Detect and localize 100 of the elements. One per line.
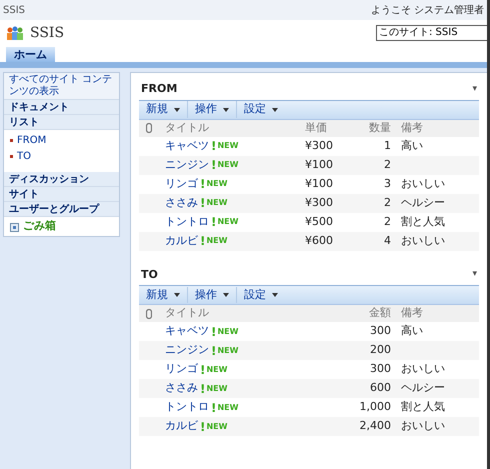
table-cell-text: 200 — [369, 342, 391, 358]
toolbar-menu-button[interactable]: 新規 — [139, 101, 187, 118]
toolbar-menu-button[interactable]: 設定 — [236, 101, 285, 118]
column-header[interactable]: 備考 — [391, 120, 477, 136]
new-label: NEW — [217, 159, 238, 171]
new-mark: ! — [200, 418, 206, 436]
site-title: SSIS — [30, 24, 64, 42]
table-cell-text: 2,400 — [358, 418, 391, 434]
new-mark: ! — [211, 324, 216, 340]
table-cell-text: 600 — [369, 380, 391, 396]
sidebar-link[interactable]: すべてのサイト コンテンツの表示 — [4, 73, 119, 100]
caret-icon — [272, 108, 278, 112]
table-cell-text: ¥600 — [305, 232, 334, 249]
sidebar-heading[interactable]: サイト — [4, 187, 119, 202]
new-label: NEW — [206, 178, 228, 190]
column-header[interactable]: 単価 — [305, 120, 363, 136]
table-cell-text: 高い — [400, 138, 424, 154]
list-title: FROM — [141, 81, 178, 97]
caret-icon — [174, 293, 180, 297]
item-link[interactable]: トントロ — [165, 214, 209, 230]
new-mark: ! — [211, 342, 216, 360]
item-link[interactable]: ニンジン — [165, 342, 209, 359]
new-mark: ! — [211, 138, 216, 155]
column-header[interactable]: タイトル — [165, 305, 331, 322]
new-label: NEW — [206, 197, 228, 209]
new-label: NEW — [206, 420, 228, 432]
new-label: NEW — [217, 216, 238, 228]
new-label: NEW — [217, 344, 238, 356]
table-cell-text: 割と人気 — [400, 399, 446, 416]
table-cell-text: おいしい — [400, 232, 446, 249]
list-menu-button[interactable]: ▾ — [472, 82, 477, 96]
sidebar-heading[interactable]: ドキュメント — [4, 100, 119, 115]
bullet-icon — [10, 138, 13, 142]
item-link[interactable]: リンゴ — [165, 176, 198, 192]
table-cell-text: 1,000 — [358, 399, 391, 416]
table-cell-text: ヘルシー — [400, 194, 446, 211]
list-menu-button[interactable]: ▾ — [472, 268, 477, 282]
new-mark: ! — [200, 176, 206, 193]
item-link[interactable]: トントロ — [165, 399, 209, 416]
item-link[interactable]: ニンジン — [165, 156, 209, 174]
sidebar-heading[interactable]: ユーザーとグループ — [4, 202, 119, 217]
item-link[interactable]: ささみ — [165, 194, 198, 212]
item-link[interactable]: カルビ — [165, 232, 198, 250]
new-mark: ! — [200, 195, 206, 212]
table-cell-text: おいしい — [400, 418, 446, 434]
table-cell-text: ヘルシー — [400, 380, 446, 396]
sidebar-heading[interactable]: リスト — [4, 115, 119, 130]
new-mark: ! — [200, 362, 206, 378]
table-cell-text: 2 — [383, 214, 391, 230]
sidebar-item[interactable]: TO — [17, 148, 31, 164]
item-link[interactable]: キャベツ — [165, 323, 209, 340]
item-link[interactable]: リンゴ — [165, 361, 198, 378]
caret-icon — [272, 293, 278, 297]
table-cell-text: ¥300 — [305, 138, 334, 154]
table-cell-text: ¥100 — [305, 156, 334, 173]
table-cell-text: 2 — [383, 194, 391, 211]
new-label: NEW — [206, 364, 228, 376]
new-label: NEW — [217, 140, 238, 152]
new-mark: ! — [211, 214, 216, 231]
search-scope-dropdown[interactable]: このサイト: SSIS — [376, 25, 487, 41]
toolbar-menu-button[interactable]: 操作 — [187, 286, 236, 304]
column-header[interactable]: 金額 — [331, 305, 391, 322]
table-cell-text: ¥100 — [305, 176, 334, 192]
new-mark: ! — [200, 233, 206, 250]
toolbar-menu-button[interactable]: 操作 — [187, 101, 236, 118]
table-cell-text: 割と人気 — [400, 214, 446, 230]
new-label: NEW — [206, 235, 228, 247]
table-cell-text: おいしい — [400, 176, 446, 192]
welcome-menu[interactable]: ようこそ システム管理者 — [370, 2, 484, 18]
column-header[interactable]: 数量 — [363, 120, 391, 136]
new-label: NEW — [217, 326, 238, 338]
new-label: NEW — [217, 402, 238, 414]
nav-tab[interactable]: ホーム — [6, 47, 55, 62]
table-cell-text: 2 — [383, 156, 391, 173]
sidebar-heading[interactable]: ディスカッション — [4, 172, 119, 187]
table-cell-text: 3 — [383, 176, 391, 192]
new-mark: ! — [211, 157, 216, 174]
caret-icon — [223, 293, 229, 297]
bullet-icon — [10, 154, 13, 158]
column-header[interactable]: タイトル — [165, 120, 305, 136]
list-title: TO — [141, 266, 158, 282]
new-label: NEW — [206, 382, 228, 394]
column-header[interactable]: 備考 — [391, 305, 477, 322]
new-mark: ! — [211, 400, 216, 416]
recycle-bin-link[interactable]: ごみ箱 — [23, 218, 56, 235]
table-cell-text: おいしい — [400, 361, 446, 378]
caret-icon — [223, 108, 229, 112]
table-cell-text: 1 — [383, 138, 391, 154]
toolbar-menu-button[interactable]: 新規 — [139, 286, 187, 304]
sidebar-item[interactable]: FROM — [17, 132, 46, 148]
item-link[interactable]: ささみ — [165, 380, 198, 397]
item-link[interactable]: キャベツ — [165, 138, 209, 154]
item-link[interactable]: カルビ — [165, 418, 198, 435]
caret-icon — [174, 108, 180, 112]
table-cell-text: 300 — [369, 361, 391, 378]
table-cell-text: 300 — [369, 323, 391, 340]
table-cell-text: ¥300 — [305, 194, 334, 211]
table-cell-text: 4 — [383, 232, 391, 249]
toolbar-menu-button[interactable]: 設定 — [236, 286, 285, 304]
site-link[interactable]: SSIS — [3, 2, 25, 18]
